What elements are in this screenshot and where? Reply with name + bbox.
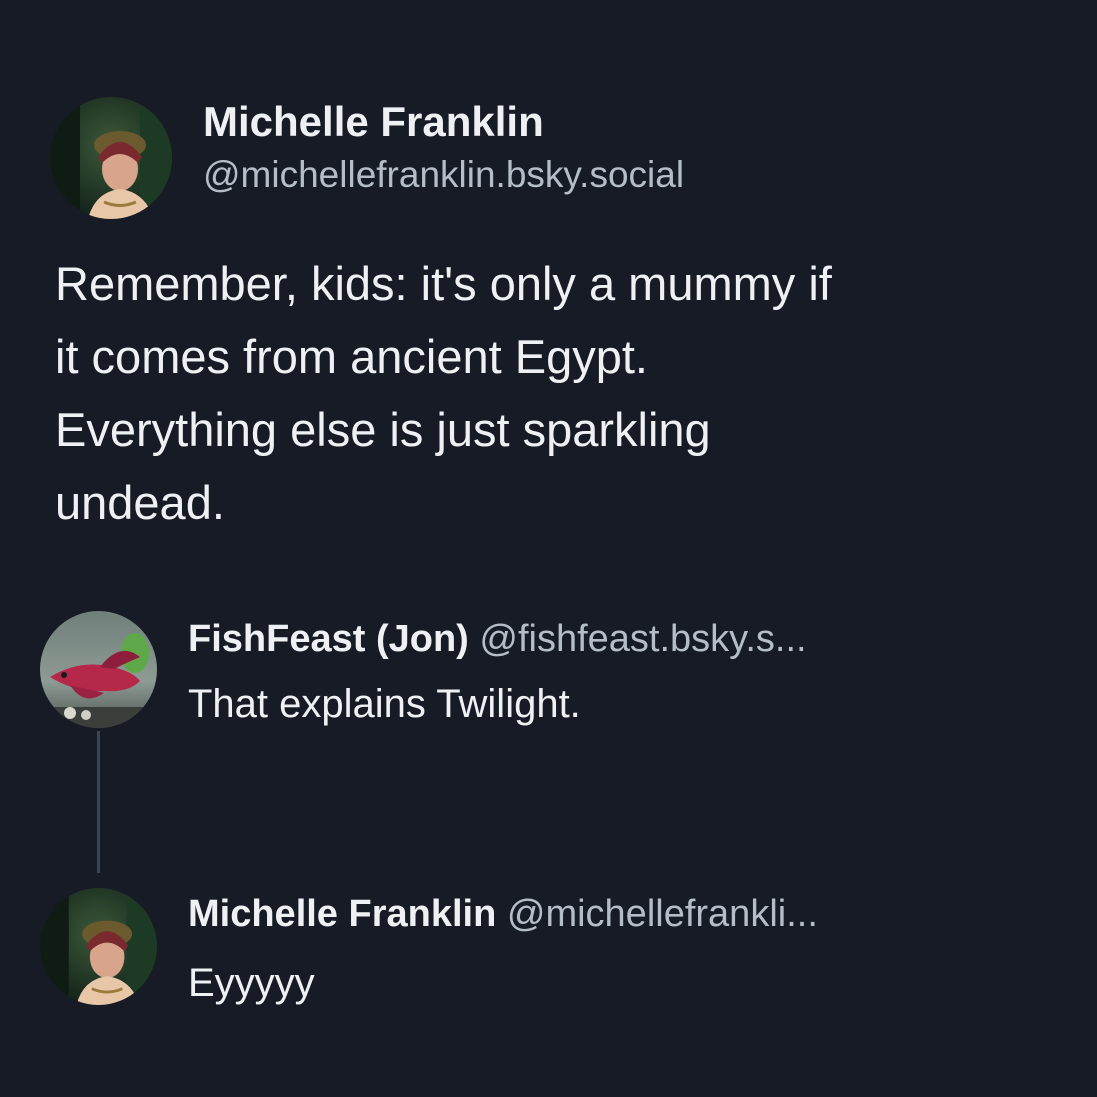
post-text-line: undead.	[55, 476, 225, 529]
author-name[interactable]: Michelle Franklin	[203, 96, 684, 148]
author-avatar[interactable]	[50, 97, 172, 219]
reply-header: Michelle Franklin @michellefrankli...	[188, 890, 818, 938]
post-text-line: it comes from ancient Egypt.	[55, 330, 648, 383]
betta-fish-icon	[40, 611, 157, 728]
reply-avatar-michelle[interactable]	[40, 888, 157, 1005]
profile-photo-icon	[50, 97, 172, 219]
reply-author-name[interactable]: Michelle Franklin	[188, 893, 496, 935]
reply-author-handle[interactable]: @fishfeast.bsky.s...	[479, 618, 806, 660]
author-info: Michelle Franklin @michellefranklin.bsky…	[203, 96, 684, 199]
post-text-line: Remember, kids: it's only a mummy if	[55, 257, 832, 310]
reply-author-name[interactable]: FishFeast (Jon)	[188, 618, 469, 660]
profile-photo-icon	[40, 888, 157, 1005]
post-text: Remember, kids: it's only a mummy if it …	[55, 247, 1065, 539]
reply-avatar-fishfeast[interactable]	[40, 611, 157, 728]
reply-header: FishFeast (Jon) @fishfeast.bsky.s...	[188, 615, 807, 663]
post-thread-screen: Michelle Franklin @michellefranklin.bsky…	[0, 0, 1097, 1097]
reply-text: Eyyyyy	[188, 961, 315, 1005]
reply-author-handle[interactable]: @michellefrankli...	[507, 893, 818, 935]
thread-connector-line	[97, 731, 100, 873]
reply-text: That explains Twilight.	[188, 682, 581, 726]
author-handle[interactable]: @michellefranklin.bsky.social	[203, 151, 684, 199]
post-text-line: Everything else is just sparkling	[55, 403, 711, 456]
